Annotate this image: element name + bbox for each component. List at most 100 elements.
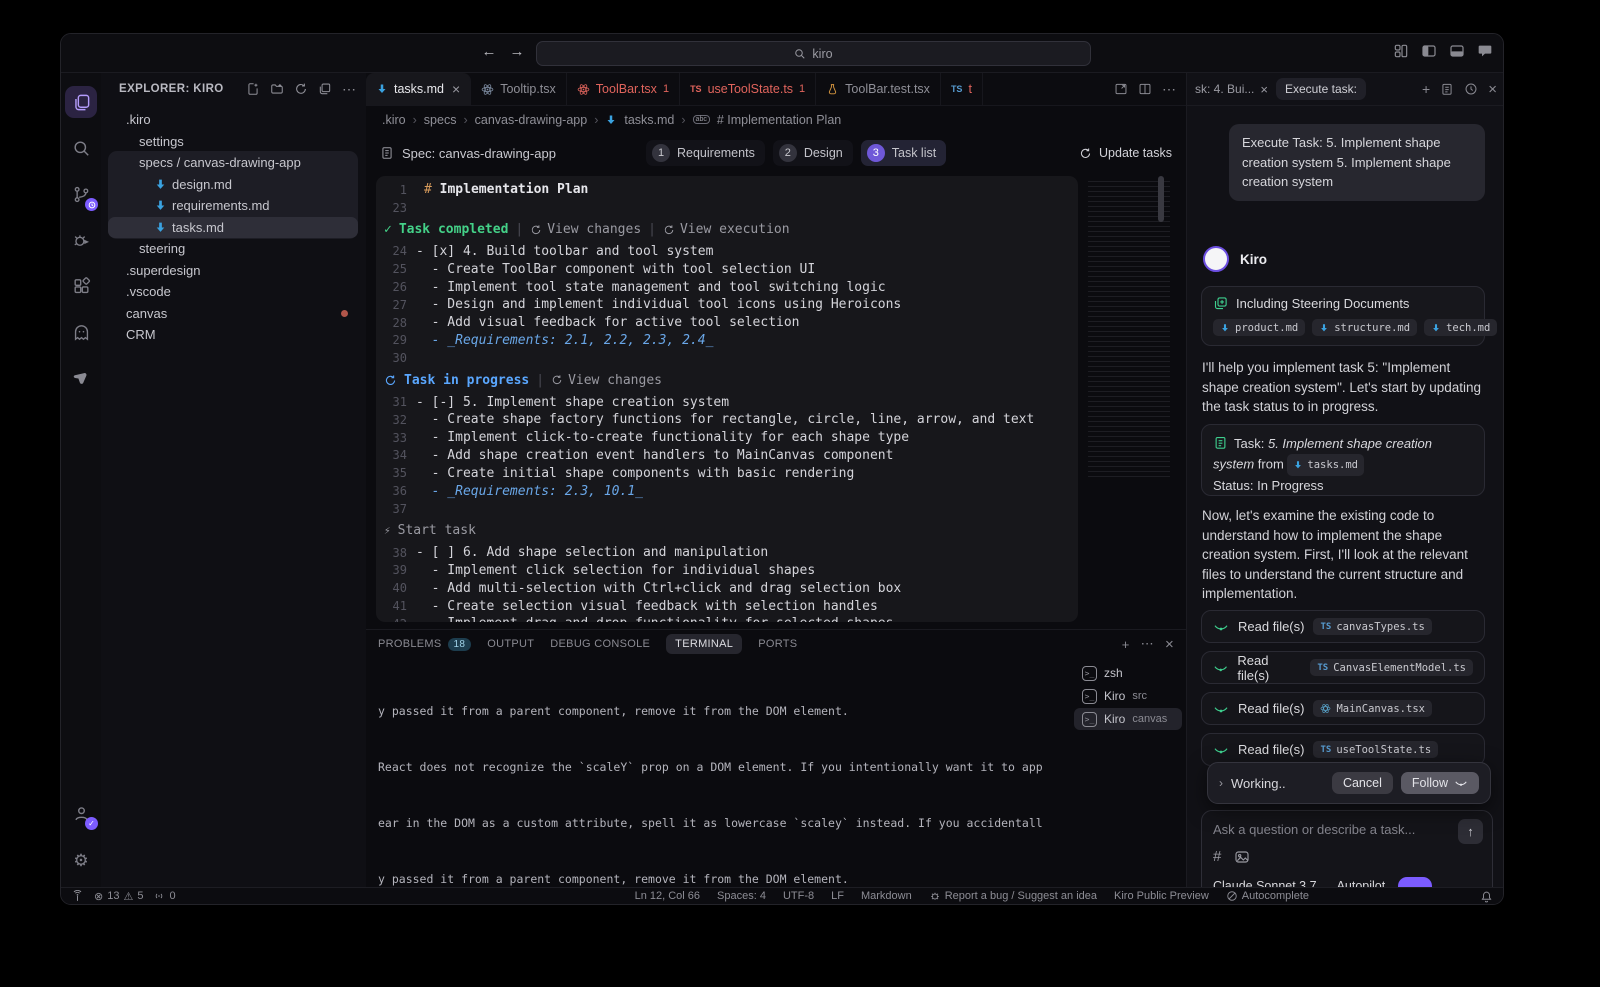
editor-scrollbar[interactable]: [1158, 176, 1164, 222]
terminal-instance-kiro-src[interactable]: >_ Kirosrc: [1074, 685, 1182, 707]
close-panel-icon[interactable]: ×: [1488, 81, 1497, 98]
task-list-icon[interactable]: [1440, 82, 1454, 96]
source-control-icon[interactable]: [65, 178, 97, 210]
indentation[interactable]: Spaces: 4: [717, 890, 766, 902]
editor-line[interactable]: 40 - Add multi-selection with Ctrl+click…: [376, 579, 1078, 597]
report-bug-link[interactable]: Report a bug / Suggest an idea: [929, 890, 1097, 902]
breadcrumb-item[interactable]: canvas-drawing-app: [475, 113, 588, 127]
read-files-card[interactable]: Read file(s) TScanvasTypes.ts: [1201, 610, 1485, 643]
step-requirements[interactable]: 1 Requirements: [646, 140, 765, 166]
new-chat-icon[interactable]: +: [1422, 81, 1430, 97]
shapes-panel-icon[interactable]: [65, 362, 97, 394]
tree-item[interactable]: canvas: [108, 303, 358, 325]
start-task-link[interactable]: Start task: [398, 523, 476, 538]
minimap[interactable]: [1088, 179, 1170, 479]
tree-item[interactable]: steering: [108, 238, 358, 260]
terminal-more-icon[interactable]: ⋯: [1141, 636, 1154, 652]
account-icon[interactable]: ✓: [65, 797, 97, 829]
autocomplete-status[interactable]: Autocomplete: [1226, 890, 1309, 902]
file-chip[interactable]: structure.md: [1312, 319, 1417, 336]
navigate-back-button[interactable]: ←: [479, 43, 499, 60]
cursor-position[interactable]: Ln 12, Col 66: [635, 890, 700, 902]
tab-tooltip-tsx[interactable]: Tooltip.tsx: [471, 73, 567, 105]
breadcrumb-item[interactable]: # Implementation Plan: [717, 113, 841, 127]
file-chip[interactable]: TSuseToolState.ts: [1313, 741, 1438, 758]
tab-toolbar-tsx[interactable]: ToolBar.tsx 1: [567, 73, 680, 105]
tab-debug-console[interactable]: DEBUG CONSOLE: [550, 638, 650, 650]
editor-line[interactable]: 33 - Implement click-to-create functiona…: [376, 429, 1078, 447]
follow-button[interactable]: Follow: [1401, 772, 1479, 794]
editor-line[interactable]: 28 - Add visual feedback for active tool…: [376, 314, 1078, 332]
tree-item[interactable]: requirements.md: [108, 195, 358, 217]
view-execution-link[interactable]: View execution: [663, 222, 790, 237]
collapse-folders-icon[interactable]: [318, 82, 332, 96]
model-selector[interactable]: Claude Sonnet 3.7: [1213, 879, 1317, 887]
editor-line[interactable]: 37: [376, 500, 1078, 518]
view-changes-link[interactable]: View changes: [530, 222, 641, 237]
editor-more-icon[interactable]: ⋯: [1162, 81, 1176, 98]
navigate-forward-button[interactable]: →: [507, 43, 527, 60]
close-panel-icon[interactable]: ×: [1165, 636, 1174, 653]
editor-line[interactable]: 31- [-] 5. Implement shape creation syst…: [376, 393, 1078, 411]
encoding[interactable]: UTF-8: [783, 890, 814, 902]
toggle-sidebar-icon[interactable]: [1421, 43, 1437, 59]
customize-layout-icon[interactable]: [1393, 43, 1409, 59]
send-button[interactable]: ↑: [1458, 819, 1483, 844]
new-file-icon[interactable]: [246, 82, 260, 96]
editor-line[interactable]: 30: [376, 349, 1078, 367]
tree-item[interactable]: .kiro: [108, 109, 358, 131]
split-editor-icon[interactable]: [1138, 82, 1152, 96]
editor-line[interactable]: 1# Implementation Plan: [376, 181, 1078, 199]
tree-item[interactable]: .vscode: [108, 281, 358, 303]
open-preview-icon[interactable]: [1114, 82, 1128, 96]
breadcrumb-item[interactable]: specs: [424, 113, 457, 127]
tab-tasks-md[interactable]: tasks.md ×: [366, 73, 471, 105]
terminal-output[interactable]: y passed it from a parent component, rem…: [378, 662, 1056, 887]
editor-line[interactable]: 26 - Implement tool state management and…: [376, 278, 1078, 296]
run-debug-icon[interactable]: [65, 224, 97, 256]
tab-output[interactable]: OUTPUT: [487, 638, 534, 650]
editor-line[interactable]: 39 - Implement click selection for indiv…: [376, 562, 1078, 580]
toggle-panel-icon[interactable]: [1449, 43, 1465, 59]
kiro-ghost-icon[interactable]: [65, 316, 97, 348]
terminal-instance-zsh[interactable]: >_ zsh: [1074, 662, 1182, 684]
tree-item[interactable]: CRM: [108, 324, 358, 346]
read-files-card[interactable]: Read file(s) MainCanvas.tsx: [1201, 692, 1485, 725]
update-tasks-button[interactable]: Update tasks: [1079, 146, 1172, 160]
file-chip[interactable]: TScanvasTypes.ts: [1313, 618, 1431, 635]
file-chip[interactable]: MainCanvas.tsx: [1313, 700, 1432, 717]
editor-line[interactable]: 29 - _Requirements: 2.1, 2.2, 2.3, 2.4_: [376, 332, 1078, 350]
kiro-public-preview[interactable]: Kiro Public Preview: [1114, 890, 1209, 902]
breadcrumb-item[interactable]: tasks.md: [624, 113, 674, 127]
editor-line[interactable]: 36 - _Requirements: 2.3, 10.1_: [376, 482, 1078, 500]
command-center-search[interactable]: kiro: [536, 41, 1091, 66]
editor-line[interactable]: 35 - Create initial shape components wit…: [376, 464, 1078, 482]
terminal-instance-kiro-canvas[interactable]: >_ Kirocanvas: [1074, 708, 1182, 730]
tab-terminal[interactable]: TERMINAL: [666, 634, 742, 654]
editor-line[interactable]: 25 - Create ToolBar component with tool …: [376, 260, 1078, 278]
chat-input[interactable]: [1213, 822, 1447, 837]
extensions-icon[interactable]: [65, 270, 97, 302]
markdown-editor[interactable]: 1# Implementation Plan 23 ✓ Task complet…: [376, 176, 1078, 622]
tree-item[interactable]: specs / canvas-drawing-app: [108, 152, 358, 174]
read-files-card[interactable]: Read file(s) TSCanvasElementModel.ts: [1201, 651, 1485, 684]
history-icon[interactable]: [1464, 82, 1478, 96]
chat-tab-active[interactable]: Execute task:: [1276, 78, 1366, 100]
tree-item[interactable]: .superdesign: [108, 260, 358, 282]
editor-line[interactable]: 24- [x] 4. Build toolbar and tool system: [376, 243, 1078, 261]
breadcrumb-item[interactable]: .kiro: [382, 113, 406, 127]
language-mode[interactable]: Markdown: [861, 890, 912, 902]
tree-item[interactable]: settings: [108, 131, 358, 153]
context-hash-icon[interactable]: #: [1213, 848, 1221, 865]
editor-line[interactable]: 42 - Implement drag-and-drop functionali…: [376, 615, 1078, 622]
tab-usetoolstate-ts[interactable]: TS useToolState.ts 1: [680, 73, 816, 105]
eol-type[interactable]: LF: [831, 890, 844, 902]
close-chat-tab-icon[interactable]: ×: [1260, 82, 1268, 97]
file-chip[interactable]: product.md: [1213, 319, 1305, 336]
editor-line[interactable]: 41 - Create selection visual feedback wi…: [376, 597, 1078, 615]
ports-indicator[interactable]: 0: [153, 890, 175, 902]
remote-connection-icon[interactable]: [71, 890, 84, 903]
settings-gear-icon[interactable]: ⚙: [65, 845, 97, 877]
chat-bubble-icon[interactable]: [1477, 43, 1493, 59]
expand-working-icon[interactable]: ›: [1219, 776, 1223, 790]
